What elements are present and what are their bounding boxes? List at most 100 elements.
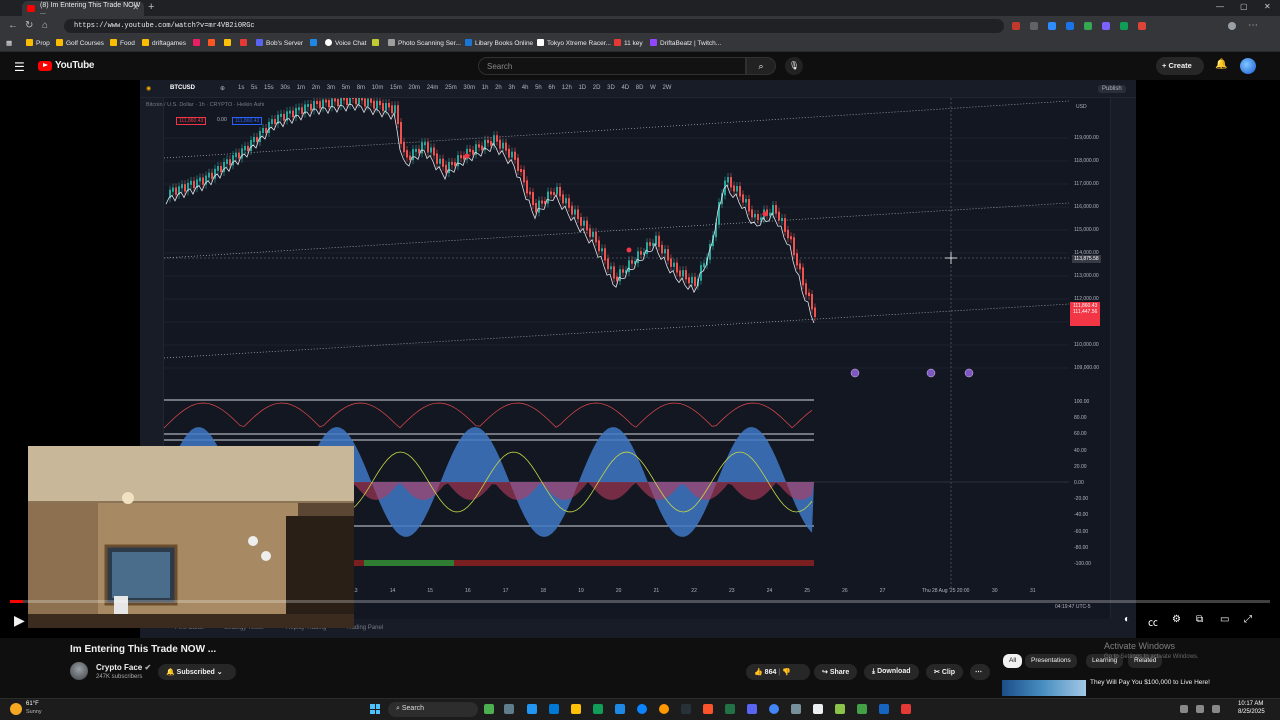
extension-icon[interactable] [1102, 22, 1110, 30]
url-input[interactable]: https://www.youtube.com/watch?v=mr4VB2i0… [64, 19, 1004, 33]
channel-avatar[interactable] [70, 662, 88, 680]
create-button[interactable]: + Create [1156, 57, 1204, 75]
candle [292, 110, 294, 118]
file-explorer-icon[interactable] [571, 704, 581, 714]
excel-icon[interactable] [725, 704, 735, 714]
bookmark-tokyo-xtreme[interactable]: Tokyo Xtreme Racer... [537, 39, 611, 47]
brave-icon[interactable] [703, 704, 713, 714]
chip-all[interactable]: All [1003, 654, 1023, 668]
miniplayer-icon[interactable]: ⧉ [1196, 614, 1203, 625]
taskbar-app-icon[interactable] [901, 704, 911, 714]
clock-time[interactable]: 10:17 AM [1238, 701, 1263, 707]
taskbar-app-icon[interactable] [857, 704, 867, 714]
reload-icon[interactable]: ↻ [25, 20, 33, 31]
theater-mode-icon[interactable]: ▭ [1220, 614, 1229, 625]
bookmark-bobs-server[interactable]: Bob's Server [256, 39, 303, 47]
clip-button[interactable]: ✂ Clip [926, 664, 964, 680]
download-button[interactable]: ⤓ Download [864, 664, 919, 680]
bookmark-icon-2[interactable] [208, 39, 218, 47]
bookmark-11-key[interactable]: 11 key [614, 39, 643, 47]
taskbar-app-icon[interactable] [835, 704, 845, 714]
discord-icon[interactable] [747, 704, 757, 714]
firefox-icon[interactable] [659, 704, 669, 714]
browser-menu-icon[interactable]: ⋯ [1248, 20, 1258, 31]
address-bar-row: ← ↻ ⌂ https://www.youtube.com/watch?v=mr… [0, 16, 1280, 36]
taskbar-app-icon[interactable] [813, 704, 823, 714]
extension-icon[interactable] [1138, 22, 1146, 30]
bookmark-icon-6[interactable] [372, 39, 382, 47]
bookmark-icon-5[interactable] [310, 39, 320, 47]
bookmark-icon-1[interactable] [193, 39, 203, 47]
taskbar-app-icon[interactable] [549, 704, 559, 714]
extension-icon[interactable] [1084, 22, 1092, 30]
close-tab-icon[interactable]: ✕ [132, 3, 139, 12]
voice-search-button[interactable]: 🎙 [785, 57, 803, 75]
browser-tab-active[interactable]: (8) Im Entering This Trade NOW ... ✕ [22, 1, 144, 16]
bookmark-icon-4[interactable] [240, 39, 250, 47]
progress-bar[interactable] [10, 600, 1270, 603]
clock-date[interactable]: 8/25/2025 [1238, 709, 1265, 715]
recommended-thumbnail[interactable] [1002, 680, 1086, 696]
channel-name[interactable]: Crypto Face ✔ [96, 663, 151, 672]
bookmark-driftabeatz[interactable]: DriftaBeatz | Twitch... [650, 39, 721, 47]
weather-temp[interactable]: 61°F [26, 701, 39, 707]
maximize-icon[interactable]: ▢ [1240, 2, 1248, 11]
windows-start-icon[interactable] [370, 704, 380, 714]
terminal-icon[interactable] [681, 704, 691, 714]
extension-icon[interactable] [1030, 22, 1038, 30]
autoplay-toggle-icon[interactable]: ◐ [1124, 614, 1130, 625]
subtitles-icon[interactable]: ㏄ [1148, 614, 1158, 629]
notifications-bell-icon[interactable]: 🔔 [1215, 59, 1227, 70]
fullscreen-icon[interactable]: ⤢ [1244, 614, 1252, 625]
close-window-icon[interactable]: ✕ [1264, 2, 1271, 11]
apps-icon[interactable]: ▦ [6, 39, 12, 47]
bookmark-libary-books[interactable]: Libary Books Online [465, 39, 533, 47]
taskbar-app-icon[interactable] [504, 704, 514, 714]
profile-icon[interactable] [1228, 22, 1236, 30]
trend-status-bar [524, 560, 534, 566]
chrome-icon[interactable] [769, 704, 779, 714]
youtube-logo[interactable]: YouTube [38, 60, 95, 71]
taskbar-app-icon[interactable] [615, 704, 625, 714]
extension-icon[interactable] [1120, 22, 1128, 30]
edge-icon[interactable] [637, 704, 647, 714]
bookmark-driftagames[interactable]: driftagames [142, 39, 186, 47]
taskbar-app-icon[interactable] [791, 704, 801, 714]
battery-icon[interactable] [1212, 705, 1220, 713]
bookmark-icon-3[interactable] [224, 39, 234, 47]
taskbar-app-icon[interactable] [593, 704, 603, 714]
settings-gear-icon[interactable]: ⚙ [1172, 614, 1181, 625]
extension-icon[interactable] [1048, 22, 1056, 30]
taskbar-app-icon[interactable] [527, 704, 537, 714]
bookmark-photo-scanning[interactable]: Photo Scanning Ser... [388, 39, 461, 47]
weather-sun-icon[interactable] [10, 703, 22, 715]
video-player[interactable]: ◉ BTCUSD ⊕ 1s 5s 15s 30s 1m 2m 3m 5m 8m … [0, 80, 1280, 638]
taskbar-search[interactable]: ⌕ Search [388, 702, 478, 717]
play-button-icon[interactable]: ▶ [14, 612, 25, 629]
minimize-icon[interactable]: — [1216, 2, 1224, 11]
extension-icon[interactable] [1066, 22, 1074, 30]
more-actions-button[interactable]: ⋯ [970, 664, 990, 680]
extension-icon[interactable] [1012, 22, 1020, 30]
search-input[interactable]: Search [478, 57, 746, 75]
bookmark-voice-chat[interactable]: Voice Chat [325, 39, 366, 47]
bookmark-golf-courses[interactable]: Golf Courses [56, 39, 104, 47]
like-button[interactable]: 👍 864 | 👎 [746, 664, 810, 680]
wifi-icon[interactable] [1180, 705, 1188, 713]
home-icon[interactable]: ⌂ [42, 20, 48, 31]
share-button[interactable]: ↪ Share [814, 664, 858, 680]
new-tab-button[interactable]: + [148, 1, 154, 13]
back-icon[interactable]: ← [8, 20, 18, 31]
weather-desc[interactable]: Sunny [26, 709, 42, 715]
account-avatar[interactable] [1240, 58, 1256, 74]
taskbar-app-icon[interactable] [879, 704, 889, 714]
chip-presentations[interactable]: Presentations [1025, 654, 1077, 668]
subscribed-button[interactable]: 🔔 Subscribed ⌄ [158, 664, 236, 680]
menu-icon[interactable]: ☰ [14, 60, 25, 74]
bookmark-food[interactable]: Food [110, 39, 135, 47]
search-button[interactable]: ⌕ [746, 57, 776, 75]
bookmark-prop[interactable]: Prop [26, 39, 50, 47]
volume-icon[interactable] [1196, 705, 1204, 713]
taskbar-app-icon[interactable] [484, 704, 494, 714]
recommended-title[interactable]: They Will Pay You $100,000 to Live Here! [1090, 679, 1210, 687]
